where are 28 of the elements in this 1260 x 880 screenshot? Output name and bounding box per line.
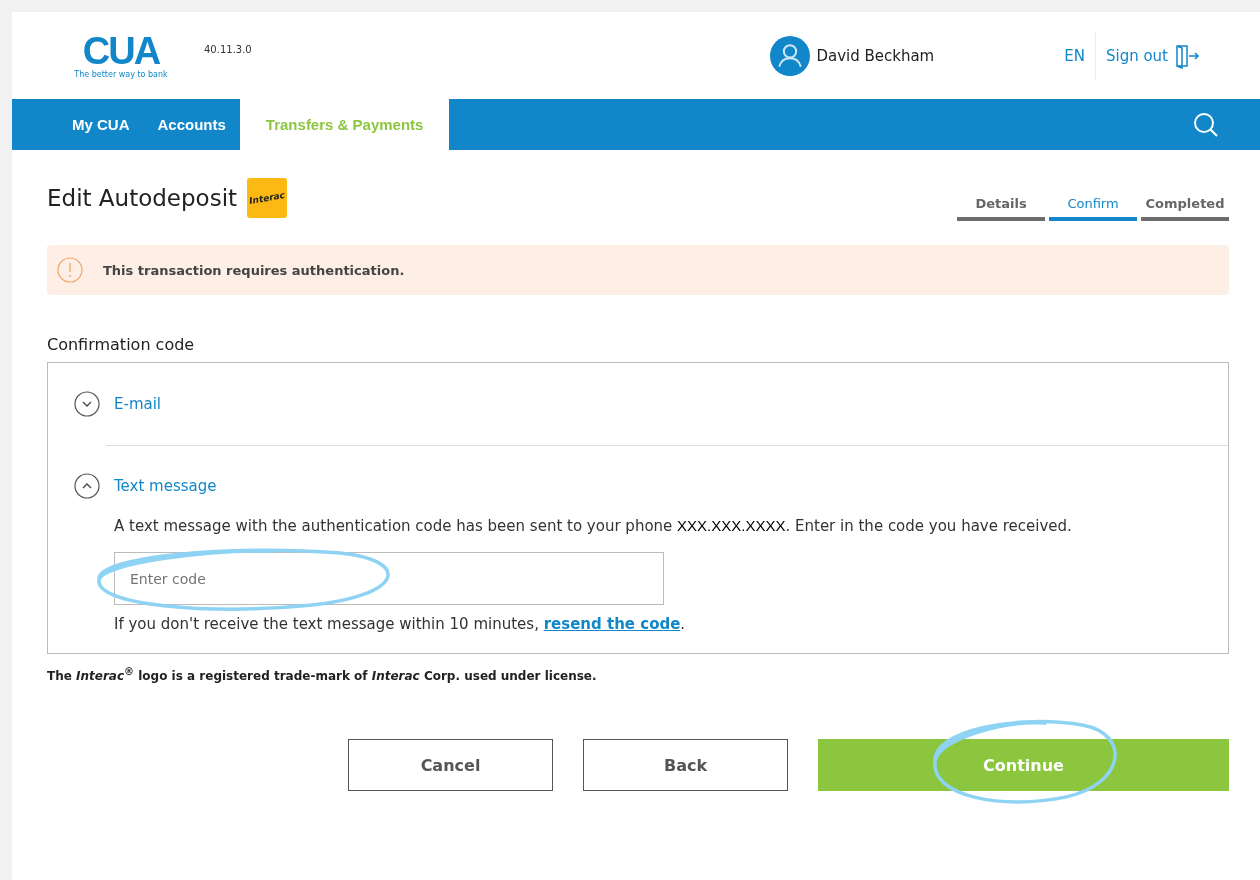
expand-icon[interactable] [74, 391, 100, 417]
language-link[interactable]: EN [1054, 30, 1096, 81]
version-number: 40.11.3.0 [204, 44, 252, 55]
trademark-note: The Interac$^{®}$ logo is a registered trade-mark of Interac Corp. used under license. [47, 666, 598, 683]
accordion-title[interactable]: Text message [114, 477, 217, 495]
nav-tab[interactable]: My CUA [12, 99, 144, 150]
resend-link[interactable]: resend the code [543, 615, 681, 633]
cancel-button[interactable]: Cancel [348, 739, 553, 791]
accordion-title[interactable]: E-mail [114, 395, 162, 413]
nav-tab[interactable]: Accounts [143, 99, 240, 150]
section-title: Confirmation code [47, 335, 196, 354]
user-name: David Beckham [816, 46, 935, 65]
interac-logo: Interac [247, 177, 288, 218]
door-exit-icon [1174, 42, 1200, 69]
page-title: Edit Autodeposit [47, 184, 238, 211]
search-icon[interactable] [1192, 110, 1220, 139]
collapse-icon[interactable] [74, 473, 100, 499]
logo[interactable]: CUA The better way to bank [76, 32, 166, 79]
instruction-text: A text message with the authentication code has been sent to your phone XXX.XXX.XXXX. Enter in the code you have received. [114, 516, 1073, 536]
sign-out-link[interactable]: Sign out [1105, 42, 1200, 69]
warning-icon [57, 257, 83, 283]
avatar-icon [770, 35, 811, 76]
nav-tab[interactable]: Transfers & Payments [239, 99, 450, 150]
alert-message: This transaction requires authentication. [103, 262, 405, 278]
continue-button[interactable]: Continue [818, 739, 1229, 791]
code-input-field[interactable]: Enter code [114, 552, 664, 605]
back-button[interactable]: Back [583, 739, 788, 791]
resend-text: If you don't receive the text message within 10 minutes, resend the code. [114, 615, 687, 633]
